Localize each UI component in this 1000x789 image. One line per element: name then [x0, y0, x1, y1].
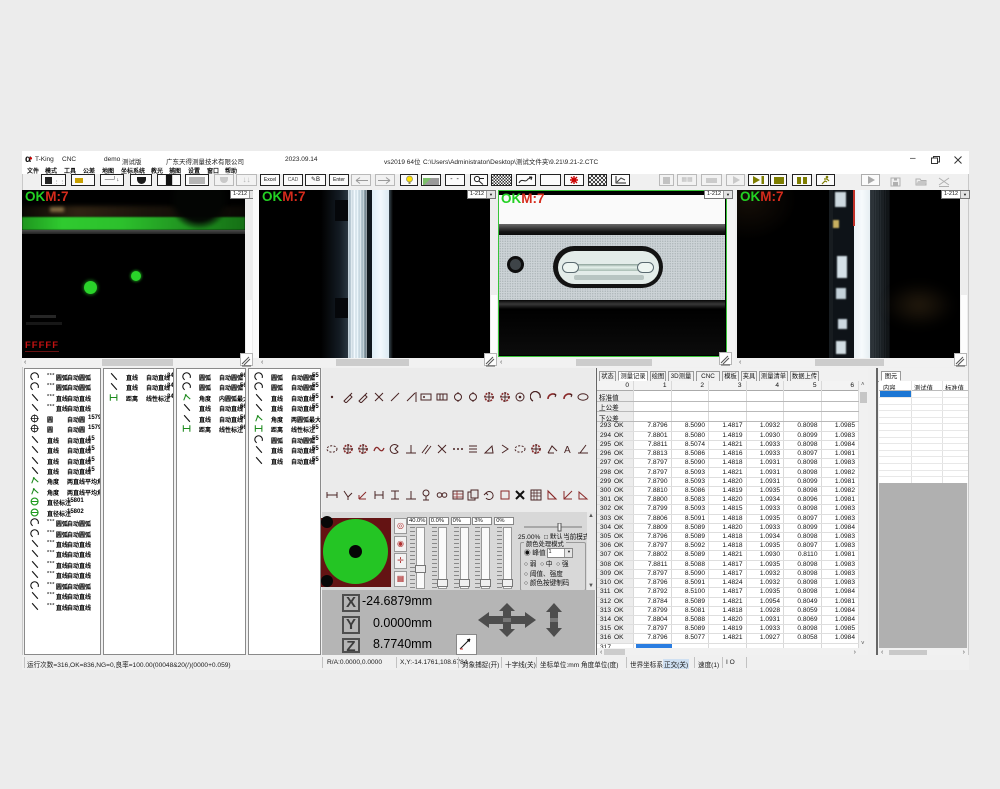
svg-text:A: A	[564, 445, 571, 455]
